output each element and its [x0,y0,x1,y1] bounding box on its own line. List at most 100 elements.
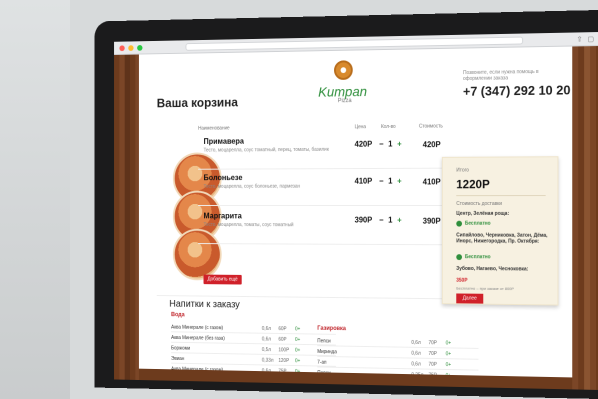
plus-button[interactable]: + [397,177,401,186]
brand-logo[interactable]: Kumpan [318,83,367,99]
drink-price: 70Р [428,340,437,347]
brand-subtitle: Pizza [337,98,352,105]
quantity-stepper: − 1 + [379,216,402,225]
drink-qty[interactable]: 0+ [446,341,451,347]
delivery-note: Бесплатно – при заказе от 800Р [456,285,514,292]
product-description: Тесто, моцарелла, соус томатный, перец, … [203,146,329,154]
product-description: Тесто, моцарелла, соус болоньезе, пармез… [203,183,301,190]
minus-button[interactable]: − [379,177,383,186]
drink-qty[interactable]: 0+ [295,348,300,354]
cart-table-header: Наименование Цена Кол-во Стоимость [198,123,454,132]
drink-volume: 0,6л [411,339,421,346]
summary-divider [456,195,546,197]
pizza-logo-icon[interactable] [334,60,353,80]
wood-panel-right [572,46,598,390]
drink-volume: 0,5л [261,347,271,354]
minimize-icon[interactable] [128,45,134,51]
drink-price: 100Р [278,347,290,354]
drink-volume: 0,6л [411,361,421,368]
tabs-icon[interactable]: ▢ [587,35,594,43]
delivery-area-2: Сипайлово, Черниковка, Затон, Дёма, Инор… [456,232,548,245]
quantity-value: 1 [388,215,393,225]
drink-price: 60Р [278,326,287,333]
laptop-screen: ⇪ ▢ Ваша корзина Kumpan Pizza Позвоните,… [114,32,598,390]
page-header: Ваша корзина Kumpan Pizza Позвоните, есл… [139,47,572,121]
delivery-area-3: Зубово, Нагаево, Чесноковка: [456,265,529,273]
product-name[interactable]: Болоньезе [204,173,243,182]
background-wall [0,0,70,399]
quantity-value: 1 [388,139,393,149]
column-cost: Стоимость [418,123,443,130]
free-badge: Бесплатно [456,254,491,261]
cart-row: Болоньезе Тесто, моцарелла, соус болонье… [198,168,469,206]
drink-qty[interactable]: 0+ [446,362,451,368]
product-name[interactable]: Маргарита [204,212,242,221]
plus-button[interactable]: + [397,216,401,225]
drink-name: Пепси [317,338,331,345]
drink-qty[interactable]: 0+ [295,337,300,343]
quantity-stepper: − 1 + [379,177,402,186]
drink-volume: 0,6л [411,350,421,357]
minus-button[interactable]: − [379,216,383,225]
minus-button[interactable]: − [379,140,383,149]
column-name: Наименование [198,125,230,132]
column-qty: Кол-во [380,123,396,130]
drink-price: 70Р [428,351,437,358]
drink-qty[interactable]: 0+ [295,326,300,332]
laptop-frame: ⇪ ▢ Ваша корзина Kumpan Pizza Позвоните,… [94,10,598,399]
drink-name: Эвиан [171,356,185,362]
free-badge: Бесплатно [456,220,491,227]
plus-button[interactable]: + [397,140,401,149]
drink-name: Боржоми [171,345,191,352]
product-price: 390Р [354,215,373,225]
water-list: Вода Аква Минерале (с газом) 0,6л 60Р 0+ Ак… [171,312,336,378]
drink-volume: 0,33л [261,357,274,364]
cart-row: Маргарита Тесто, моцарелла, томаты, соус… [198,207,469,246]
free-label: Бесплатно [464,220,491,227]
next-button[interactable]: Далее [456,293,484,304]
add-more-button[interactable]: Добавить ещё [203,274,242,285]
drink-qty[interactable]: 0+ [295,358,300,364]
product-cost: 420Р [422,140,441,150]
free-label: Бесплатно [464,254,491,261]
drink-price: 60Р [278,336,287,343]
maximize-icon[interactable] [137,45,143,51]
quantity-value: 1 [388,176,393,186]
drink-name: Аква Минерале (с газом) [171,324,224,332]
product-price: 410Р [354,176,373,186]
quantity-stepper: − 1 + [379,140,402,149]
product-cost: 390Р [422,216,441,226]
phone-number[interactable]: +7 (347) 292 10 20 [463,82,571,98]
browser-actions: ⇪ ▢ [577,35,594,43]
delivery-area-1: Центр, Зелёная роща: [456,210,510,217]
drink-price: 120Р [278,358,290,364]
product-cost: 410Р [422,177,441,187]
share-icon[interactable]: ⇪ [577,35,583,43]
total-label: Итого [456,167,469,174]
drink-qty[interactable]: 0+ [446,351,451,357]
drink-name: Миринда [317,349,337,356]
cart-page: Ваша корзина Kumpan Pizza Позвоните, есл… [138,46,573,390]
product-description: Тесто, моцарелла, томаты, соус томатный [203,222,294,229]
drinks-title: Напитки к заказу [169,298,240,311]
cart-row: Примавера Тесто, моцарелла, соус томатны… [198,131,469,170]
product-price: 420Р [354,139,373,149]
drink-volume: 0,6л [261,336,271,343]
order-summary-card: Итого 1220Р Стоимость доставки Центр, Зе… [441,156,559,306]
soda-title: Газировка [317,325,346,333]
phone-note: Позвоните, если нужна помощь в оформлени… [462,68,539,82]
window-controls [119,45,143,52]
close-icon[interactable] [119,45,125,52]
drink-name: Аква Минерале (без газа) [171,335,225,342]
drink-price: 70Р [428,361,437,368]
drink-name: 7-ап [317,359,327,366]
column-price: Цена [354,124,366,131]
page-title: Ваша корзина [156,94,238,111]
wood-panel-left [114,54,139,381]
product-name[interactable]: Примавера [204,137,244,146]
delivery-label: Стоимость доставки [456,201,502,207]
total-amount: 1220Р [456,177,490,192]
check-icon [456,254,463,261]
delivery-price: 350Р [456,277,468,284]
drink-volume: 0,6л [261,326,271,332]
